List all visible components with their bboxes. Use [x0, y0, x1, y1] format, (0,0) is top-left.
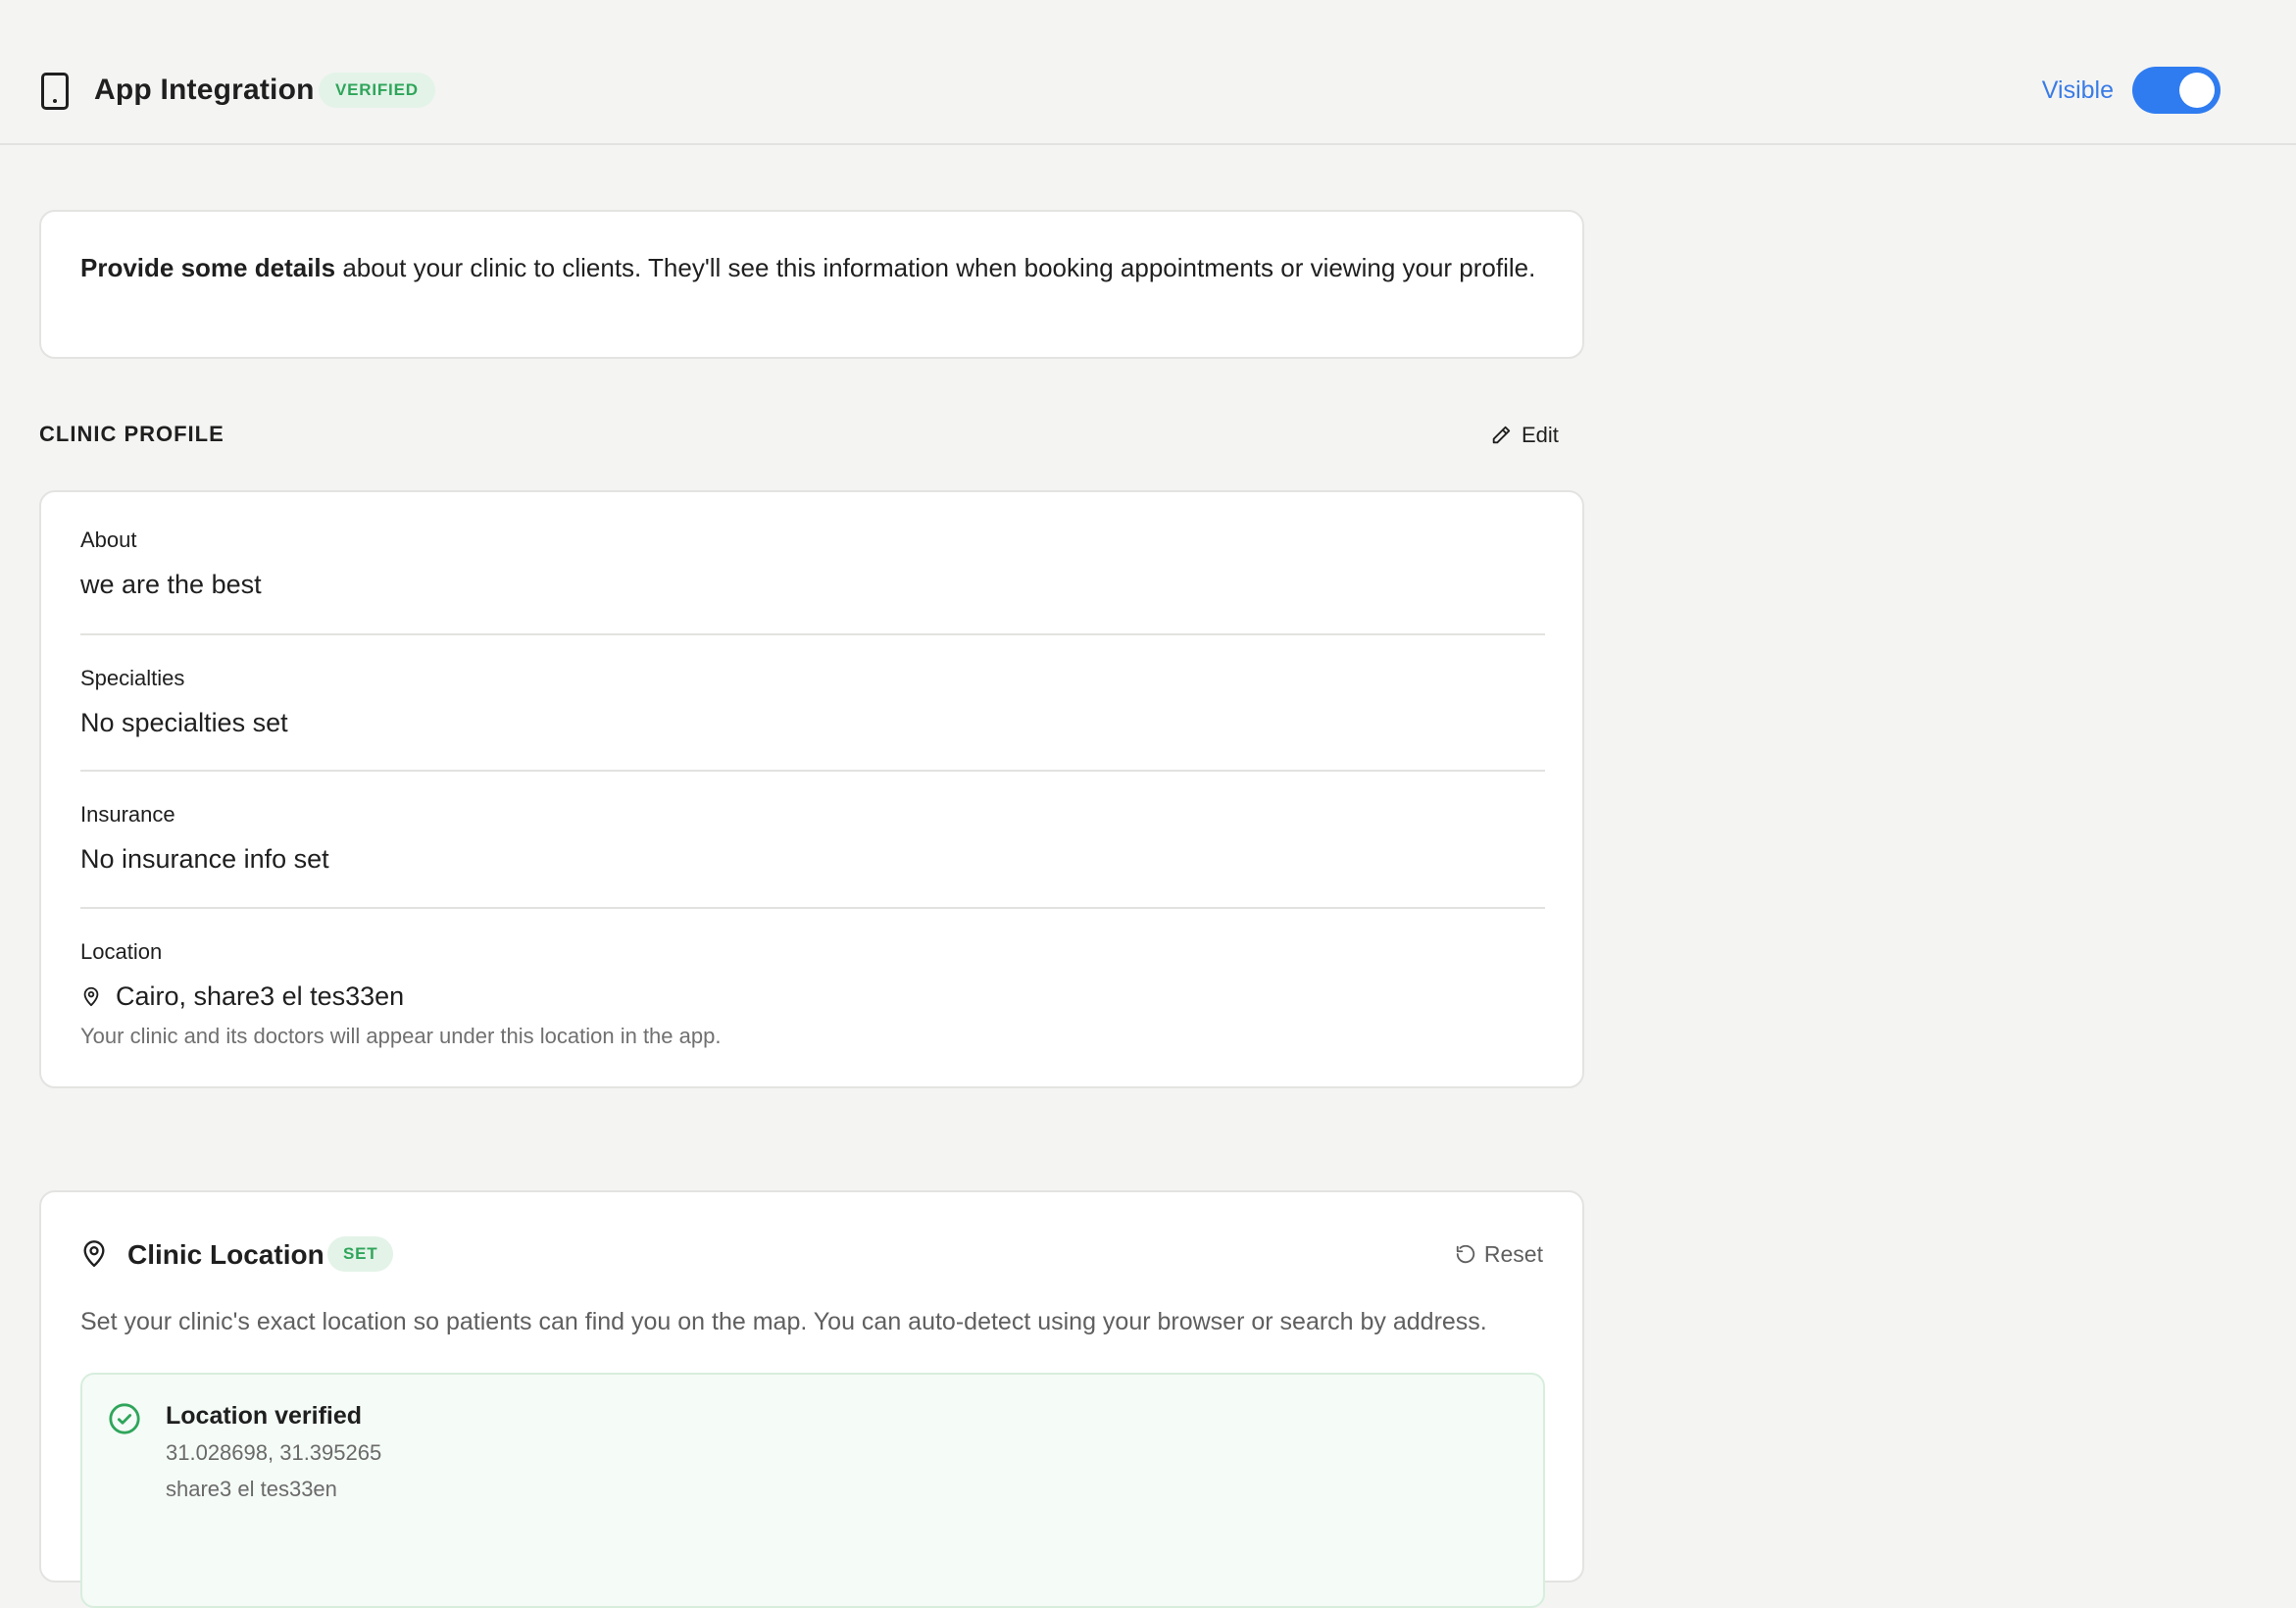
about-label: About — [80, 528, 137, 552]
reset-location-button[interactable]: Reset — [1455, 1237, 1543, 1271]
location-value: Cairo, share3 el tes33en — [116, 981, 405, 1011]
clinic-location-description: Set your clinic's exact location so pati… — [80, 1308, 1487, 1335]
clinic-profile-card: About we are the best Specialties No spe… — [39, 490, 1584, 1088]
specialties-field: Specialties No specialties set — [80, 664, 1545, 740]
map-pin-icon — [83, 986, 99, 1007]
about-value: we are the best — [80, 570, 262, 599]
phone-icon — [41, 73, 69, 110]
edit-label: Edit — [1522, 423, 1559, 447]
location-helper-text: Your clinic and its doctors will appear … — [80, 1024, 722, 1048]
location-label: Location — [80, 939, 163, 964]
divider — [80, 907, 1545, 909]
reset-label: Reset — [1483, 1241, 1543, 1267]
page-title: App Integration — [94, 74, 315, 106]
map-pin-icon — [83, 1240, 105, 1267]
intro-card: Provide some details about your clinic t… — [39, 210, 1584, 359]
divider — [80, 633, 1545, 635]
insurance-value: No insurance info set — [80, 844, 329, 874]
check-circle-icon — [109, 1403, 140, 1434]
divider — [80, 770, 1545, 772]
visibility-toggle[interactable] — [2132, 67, 2221, 114]
location-value-row: Cairo, share3 el tes33en — [80, 979, 1545, 1014]
page-header: App Integration VERIFIED Visible — [0, 0, 2296, 145]
clinic-location-title: Clinic Location — [127, 1239, 324, 1270]
verified-badge: VERIFIED — [319, 73, 435, 108]
set-badge: SET — [327, 1236, 394, 1272]
visibility-label: Visible — [2041, 76, 2114, 104]
specialties-value: No specialties set — [80, 708, 288, 737]
edit-profile-button[interactable]: Edit — [1490, 420, 1559, 451]
intro-text: about your clinic to clients. They'll se… — [335, 253, 1536, 282]
insurance-field: Insurance No insurance info set — [80, 800, 1545, 877]
pencil-icon — [1492, 426, 1511, 444]
clinic-location-card: Clinic Location SET Reset Set your clini… — [39, 1190, 1584, 1608]
location-address: share3 el tes33en — [166, 1477, 337, 1501]
clinic-profile-heading: CLINIC PROFILE — [39, 422, 225, 446]
reset-icon — [1456, 1244, 1475, 1264]
location-field: Location Cairo, share3 el tes33en Your c… — [80, 937, 1545, 1051]
location-verified-title: Location verified — [166, 1402, 363, 1430]
specialties-label: Specialties — [80, 666, 185, 690]
about-field: About we are the best — [80, 526, 1545, 602]
insurance-label: Insurance — [80, 802, 175, 827]
location-coordinates: 31.028698, 31.395265 — [166, 1440, 382, 1465]
intro-strong: Provide some details — [80, 253, 336, 282]
toggle-knob — [2179, 73, 2215, 108]
location-verified-panel: Location verified 31.028698, 31.395265 s… — [80, 1373, 1545, 1608]
